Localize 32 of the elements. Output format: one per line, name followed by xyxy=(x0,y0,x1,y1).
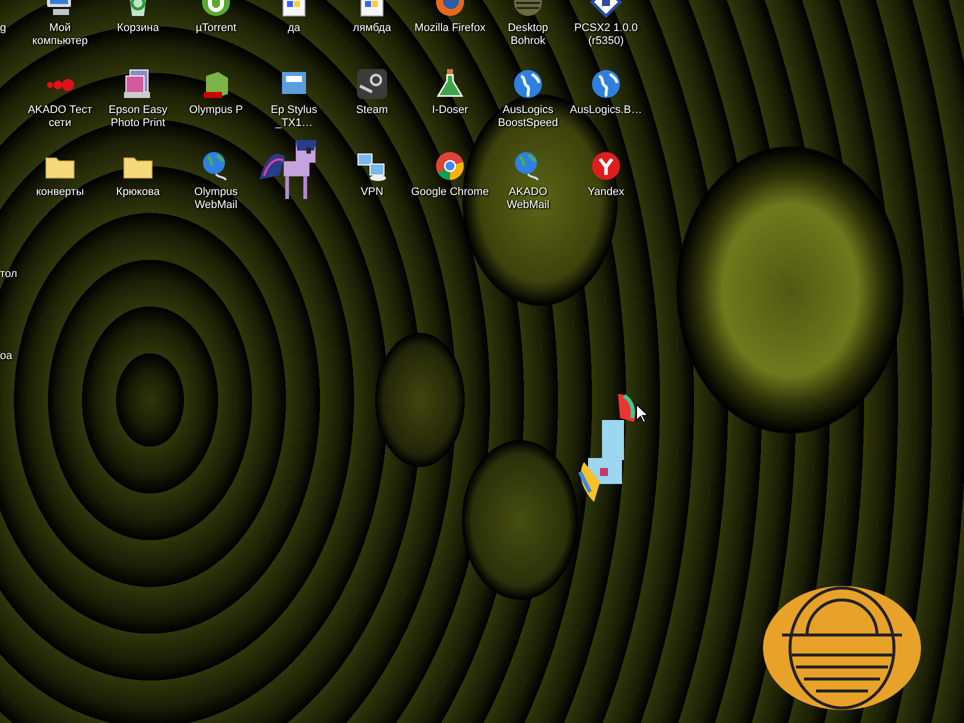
desktop-shortcut[interactable]: Yandex xyxy=(567,150,645,199)
desktop-shortcut[interactable]: Olympus P xyxy=(177,68,255,117)
globe-icon xyxy=(512,68,544,100)
desktop-shortcut[interactable]: Крюкова xyxy=(99,150,177,199)
desktop-shortcut[interactable]: AKADO Тест сети xyxy=(21,68,99,130)
desktop-shortcut[interactable]: AKADO WebMail xyxy=(489,150,567,212)
desktop-shortcut[interactable]: Mozilla Firefox xyxy=(411,0,489,35)
desktop-shortcut[interactable]: конверты xyxy=(21,150,99,199)
desktop-shortcut[interactable]: да xyxy=(255,0,333,35)
desktop-shortcut[interactable]: Ep Stylus _TX1… xyxy=(255,68,333,130)
desktop-shortcut[interactable]: Epson Easy Photo Print xyxy=(99,68,177,130)
desktop-shortcut[interactable]: Steam xyxy=(333,68,411,117)
desktop-shortcut[interactable]: тол xyxy=(0,268,21,281)
mouse-pointer-icon xyxy=(636,404,648,424)
desktop-shortcut[interactable]: µTorrent xyxy=(177,0,255,35)
desktop-shortcut[interactable]: AusLogics.B… xyxy=(567,68,645,117)
desktop-shortcut[interactable]: AusLogics BoostSpeed xyxy=(489,68,567,130)
desktop-shortcut[interactable]: оа xyxy=(0,350,21,363)
desktop-shortcut[interactable]: лямбда xyxy=(333,0,411,35)
tricolor-circle-icon xyxy=(434,150,466,182)
desktop-shortcut[interactable]: Desktop Bohrok xyxy=(489,0,567,48)
globe-icon xyxy=(590,68,622,100)
desktop-shortcut[interactable]: PCSX2 1.0.0 (r5350) xyxy=(567,0,645,48)
flask-icon xyxy=(434,68,466,100)
desktop-shortcut[interactable]: Olympus WebMail xyxy=(177,150,255,212)
desktop-shortcut[interactable]: g xyxy=(0,22,21,35)
desktop-shortcut[interactable]: VPN xyxy=(333,150,411,199)
desktop-shortcut[interactable]: Мой компьютер xyxy=(21,0,99,48)
desktop-shortcut[interactable]: Google Chrome xyxy=(411,150,489,199)
desktop-shortcut[interactable]: I-Doser xyxy=(411,68,489,117)
letter-circle-icon xyxy=(590,150,622,182)
desktop-shortcut[interactable]: Корзина xyxy=(99,0,177,35)
